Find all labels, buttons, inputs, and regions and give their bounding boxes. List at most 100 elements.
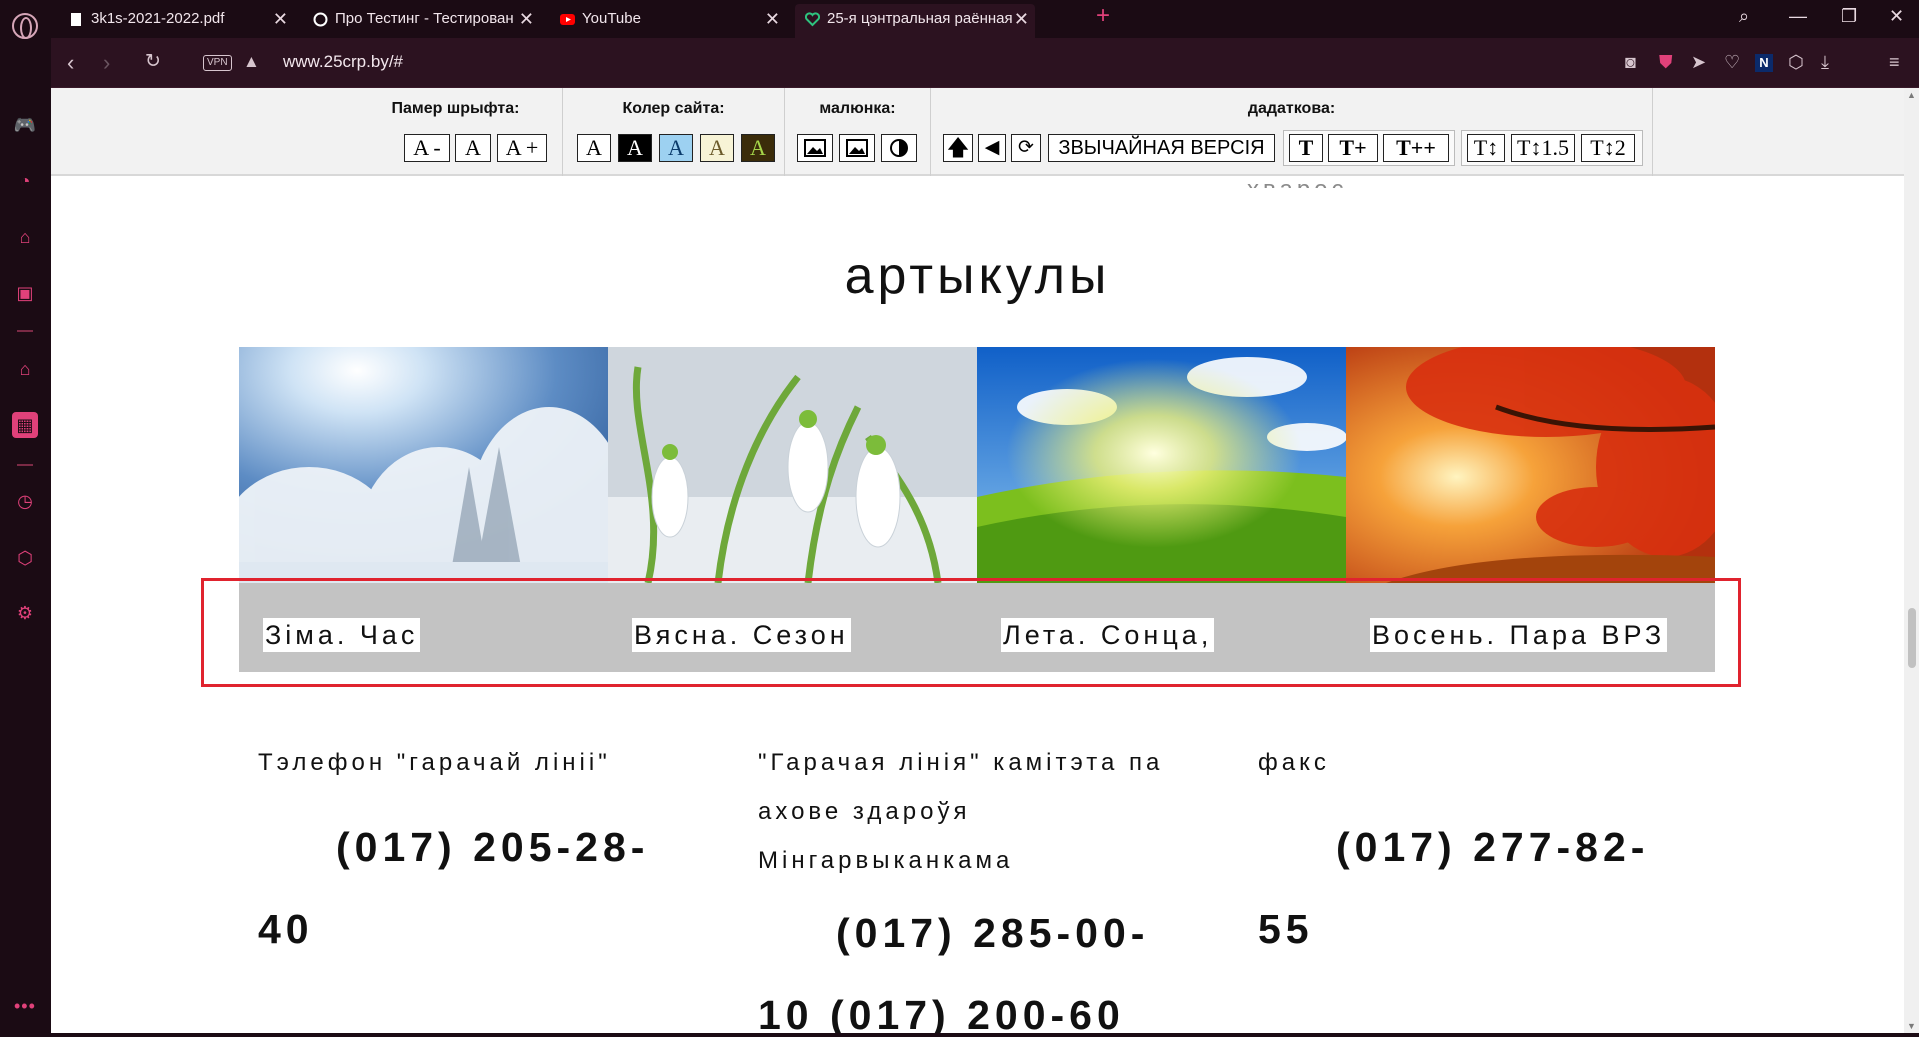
contact-hotline: Тэлефон "гарачай лініі" (017) 205-28- 40 [258, 738, 658, 973]
tab-pdf[interactable]: 3k1s-2021-2022.pdf ✕ [59, 4, 294, 38]
color-beige-button[interactable]: A [700, 134, 734, 162]
contact-label: "Гарачая лінія" камітэта па ахове здароў… [758, 749, 1164, 874]
gaming-icon[interactable]: ▦ [12, 412, 38, 438]
youtube-icon [560, 14, 575, 25]
close-icon[interactable]: ✕ [1014, 4, 1029, 34]
winter-forest-image [239, 347, 608, 583]
adblock-shield-icon[interactable]: ⛊ [1659, 52, 1673, 73]
tab-title: 3k1s-2021-2022.pdf [91, 10, 225, 27]
line-height-normal-button[interactable]: T↕ [1467, 134, 1505, 162]
contrast-icon [890, 139, 908, 157]
url-field[interactable]: www.25crp.by/# [283, 52, 403, 72]
gamepad-icon[interactable]: 🎮 [12, 112, 38, 138]
contact-label: факс [1258, 749, 1330, 776]
home-icon[interactable]: ⌂ [12, 356, 38, 382]
images-off-button[interactable] [881, 134, 917, 162]
color-black-button[interactable]: A [618, 134, 652, 162]
line-height-2-button[interactable]: T↕2 [1581, 134, 1635, 162]
contact-phone[interactable]: (017) 285-00- [758, 895, 1178, 971]
normal-version-button[interactable]: ЗВЫЧАЙНАЯ ВЕРСІЯ [1048, 134, 1275, 162]
opera-logo-icon[interactable] [12, 13, 38, 39]
search-tabs-icon[interactable]: ⌕ [1739, 6, 1749, 27]
gx-control-icon[interactable]: ⌂ [12, 224, 38, 250]
web-page: Памер шрыфта: A - A A + Колер сайта: A A… [51, 88, 1904, 1033]
heart-logo-icon [805, 12, 820, 27]
close-icon[interactable]: ✕ [765, 4, 780, 34]
forward-icon[interactable]: › [103, 50, 110, 76]
letter-spacing-large-button[interactable]: T++ [1383, 134, 1449, 162]
snowdrops-image [608, 347, 977, 583]
back-icon[interactable]: ‹ [67, 50, 74, 76]
scroll-top-button[interactable]: 🡅 [943, 134, 973, 162]
close-icon[interactable]: ✕ [519, 4, 534, 34]
address-bar: ‹ › ↻ VPN ▲ www.25crp.by/# ◙ ⛊ ➤ ♡ N ⬡ ⤓… [51, 38, 1919, 88]
tab-25crp[interactable]: 25-я цэнтральная раённая ✕ [795, 4, 1035, 38]
history-icon[interactable]: ◷ [12, 488, 38, 514]
gear-logo-icon [313, 12, 328, 27]
tab-pro-testing[interactable]: Про Тестинг - Тестирован ✕ [303, 4, 540, 38]
restore-icon[interactable]: ❐ [1841, 6, 1857, 27]
contact-phone[interactable]: (017) 277-82- [1258, 809, 1678, 885]
download-icon[interactable]: ⤓ [1821, 52, 1829, 73]
line-height-15-button[interactable]: T↕1.5 [1511, 134, 1575, 162]
tab-title: Про Тестинг - Тестирован [335, 10, 514, 27]
extension-n-icon[interactable]: N [1755, 54, 1773, 72]
images-title: малюнка: [819, 100, 896, 117]
scroll-up-icon[interactable]: ▲ [1907, 90, 1916, 100]
extra-group: дадаткова: 🡅 ◀ ⟳ ЗВЫЧАЙНАЯ ВЕРСІЯ T T+ T… [931, 88, 1653, 176]
reload-icon[interactable]: ↻ [145, 50, 161, 73]
scrollbar-thumb[interactable] [1908, 608, 1916, 668]
vpn-badge[interactable]: VPN [203, 55, 232, 71]
cube-icon[interactable]: ⬡ [12, 545, 38, 571]
scroll-down-icon[interactable]: ▼ [1907, 1021, 1916, 1031]
letter-spacing-medium-button[interactable]: T+ [1328, 134, 1378, 162]
sidebar-divider [17, 330, 33, 332]
menu-icon[interactable]: ≡ [1889, 52, 1900, 73]
summer-field-image[interactable] [977, 347, 1346, 583]
autumn-leaves-image[interactable] [1346, 347, 1715, 583]
close-window-icon[interactable]: ✕ [1889, 6, 1904, 27]
settings-icon[interactable]: ⚙ [12, 600, 38, 626]
font-size-title: Памер шрыфта: [391, 100, 520, 117]
more-icon[interactable]: ••• [14, 996, 36, 1017]
winter-forest-image[interactable] [239, 347, 608, 583]
snowdrops-image[interactable] [608, 347, 977, 583]
images-bw-button[interactable] [839, 134, 875, 162]
page-heading: артыкулы [844, 247, 1111, 305]
camera-icon[interactable]: ◙ [1625, 52, 1636, 73]
new-tab-icon[interactable]: + [1096, 2, 1110, 30]
font-decrease-button[interactable]: A - [404, 134, 450, 162]
letter-spacing-normal-button[interactable]: T [1289, 134, 1323, 162]
reset-button[interactable]: ⟳ [1011, 134, 1041, 162]
send-icon[interactable]: ➤ [1691, 52, 1706, 73]
contact-fax: факс (017) 277-82- 55 [1258, 738, 1678, 973]
site-color-group: Колер сайта: A A A A A [563, 88, 785, 176]
images-group: малюнка: [785, 88, 931, 176]
contact-phone-cont[interactable]: 55 [1258, 885, 1678, 973]
sound-button[interactable]: ◀ [978, 134, 1006, 162]
selection-highlight [201, 578, 1741, 687]
warning-icon[interactable]: ▲ [243, 52, 260, 72]
tab-title: 25-я цэнтральная раённая [827, 10, 1013, 27]
twitch-icon[interactable]: ▣ [12, 280, 38, 306]
vertical-scrollbar[interactable]: ▲ ▼ [1904, 88, 1919, 1033]
color-brown-button[interactable]: A [741, 134, 775, 162]
heart-icon[interactable]: ♡ [1724, 52, 1740, 73]
images-on-button[interactable] [797, 134, 833, 162]
minimize-icon[interactable]: — [1789, 6, 1807, 27]
cube-icon[interactable]: ⬡ [1788, 52, 1804, 73]
font-normal-button[interactable]: A [455, 134, 491, 162]
speedometer-icon[interactable]: ◔ [12, 168, 38, 194]
contact-phone[interactable]: (017) 205-28- [258, 809, 658, 885]
font-increase-button[interactable]: A + [497, 134, 547, 162]
contact-phone-cont[interactable]: 10 (017) 200-60 [758, 971, 1178, 1033]
tab-youtube[interactable]: YouTube ✕ [550, 4, 786, 38]
arrow-up-icon: 🡅 [946, 135, 970, 160]
close-icon[interactable]: ✕ [273, 4, 288, 34]
color-blue-button[interactable]: A [659, 134, 693, 162]
contact-phone-cont[interactable]: 40 [258, 885, 658, 973]
tab-title: YouTube [582, 10, 641, 27]
color-white-button[interactable]: A [577, 134, 611, 162]
image-grayscale-icon [846, 139, 868, 157]
speaker-icon: ◀ [984, 137, 1000, 158]
